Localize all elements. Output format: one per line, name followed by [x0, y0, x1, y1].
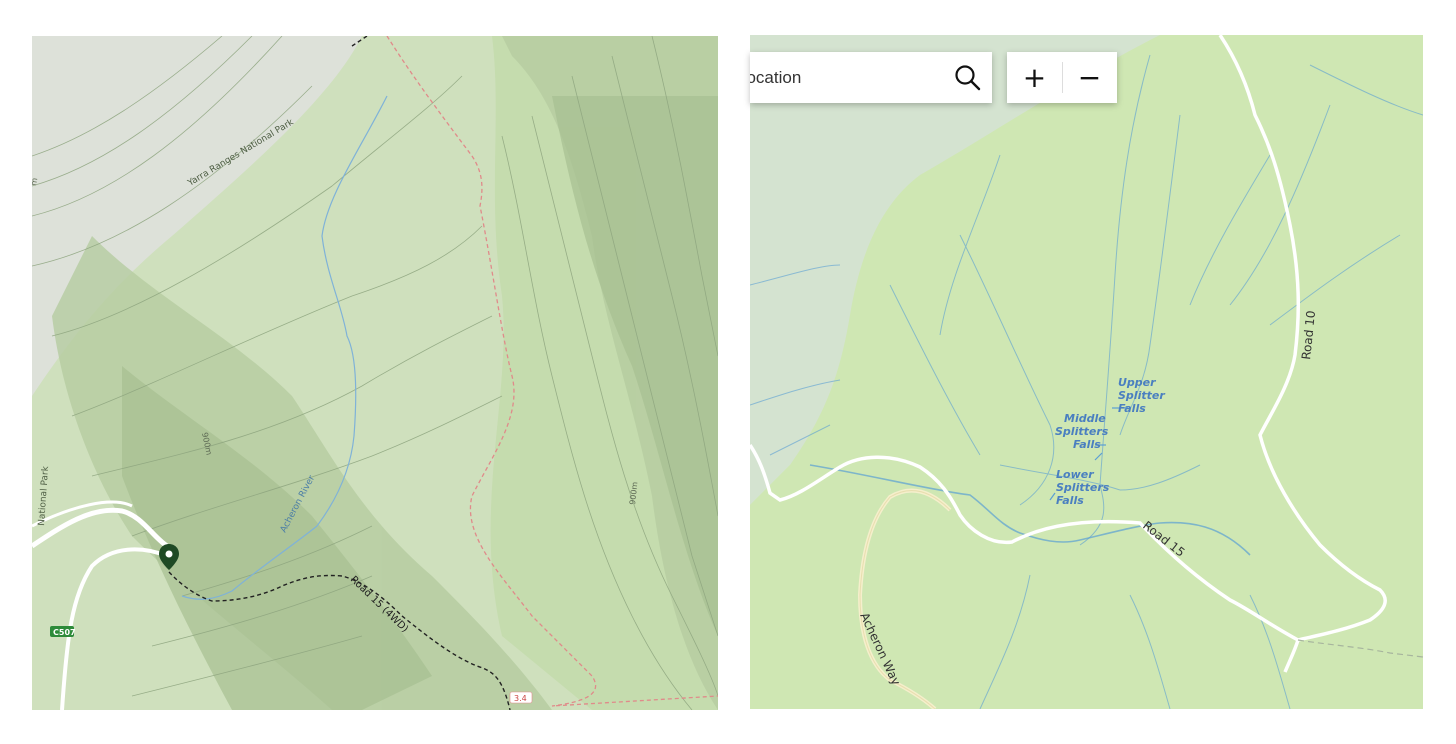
location-search-input[interactable] — [750, 57, 940, 98]
location-search — [750, 52, 992, 103]
zoom-controls: + − — [1007, 52, 1117, 103]
location-pin-icon[interactable] — [159, 544, 179, 570]
street-map[interactable]: Upper Splitter Falls Middle Splitters Fa… — [750, 35, 1423, 709]
street-map-canvas — [750, 35, 1423, 709]
topo-map[interactable]: Yarra Ranges National Park National Park… — [32, 36, 718, 710]
zoom-in-button[interactable]: + — [1007, 52, 1062, 103]
search-icon — [955, 65, 981, 91]
search-button[interactable] — [950, 60, 986, 96]
topo-map-canvas — [32, 36, 718, 710]
zoom-divider — [1062, 62, 1063, 93]
zoom-out-button[interactable]: − — [1062, 52, 1117, 103]
